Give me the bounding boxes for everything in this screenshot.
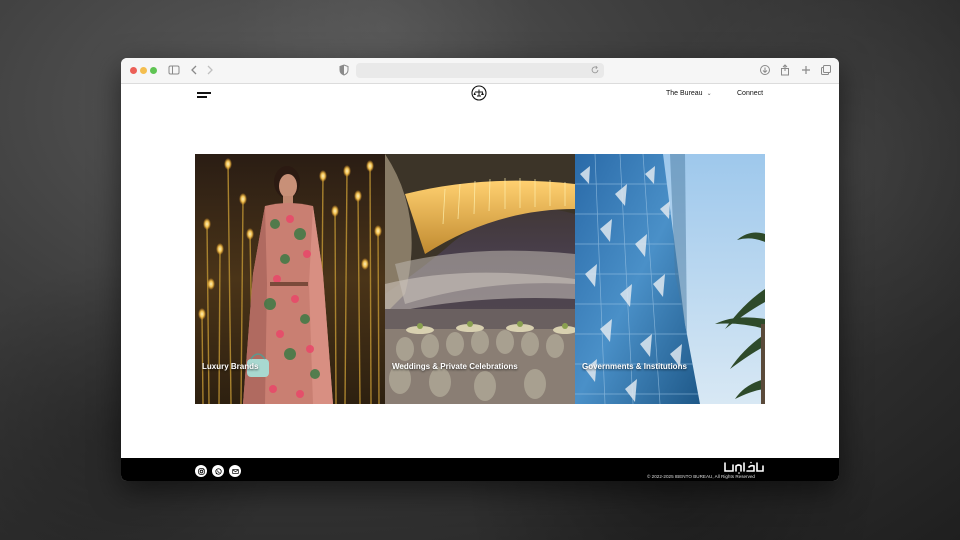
arabic-wordmark-logo[interactable]	[723, 461, 765, 474]
download-icon[interactable]	[759, 64, 771, 76]
nav-the-bureau[interactable]: The Bureau ⌄	[666, 90, 712, 97]
gallery-caption: Governments & Institutions	[582, 362, 687, 371]
site-header: The Bureau ⌄ Connect	[121, 84, 839, 110]
reload-icon[interactable]	[590, 65, 600, 75]
close-window-button[interactable]	[130, 67, 137, 74]
minimize-window-button[interactable]	[140, 67, 147, 74]
whatsapp-icon[interactable]	[212, 465, 224, 477]
gallery-caption: Weddings & Private Celebrations	[392, 362, 518, 371]
scales-logo-icon[interactable]	[471, 85, 487, 101]
share-icon[interactable]	[779, 64, 791, 76]
shield-icon[interactable]	[338, 64, 350, 76]
gallery-caption: Luxury Brands	[202, 362, 259, 371]
new-tab-icon[interactable]	[800, 64, 812, 76]
forward-icon[interactable]	[204, 64, 216, 76]
copyright-text: © 2022-2025 IBENTO BUREAU, All Rights Re…	[647, 474, 755, 479]
category-gallery: Luxury Brands Weddings & Private Celebra…	[195, 154, 765, 404]
gallery-panel-weddings[interactable]: Weddings & Private Celebrations	[385, 154, 575, 404]
zoom-window-button[interactable]	[150, 67, 157, 74]
gallery-panel-luxury-brands[interactable]: Luxury Brands	[195, 154, 385, 404]
sidebar-icon[interactable]	[168, 64, 180, 76]
hamburger-icon[interactable]	[197, 92, 211, 100]
chevron-down-icon: ⌄	[706, 91, 712, 97]
address-bar[interactable]	[356, 63, 604, 78]
tabs-overview-icon[interactable]	[820, 64, 832, 76]
nav-the-bureau-label: The Bureau	[666, 90, 703, 97]
site-footer: © 2022-2025 IBENTO BUREAU, All Rights Re…	[121, 458, 839, 481]
browser-toolbar	[121, 58, 839, 84]
instagram-icon[interactable]	[195, 465, 207, 477]
nav-connect[interactable]: Connect	[737, 90, 763, 97]
browser-window: The Bureau ⌄ Connect Luxury Brands Weddi…	[121, 58, 839, 481]
gallery-panel-governments[interactable]: Governments & Institutions	[575, 154, 765, 404]
back-icon[interactable]	[188, 64, 200, 76]
email-icon[interactable]	[229, 465, 241, 477]
